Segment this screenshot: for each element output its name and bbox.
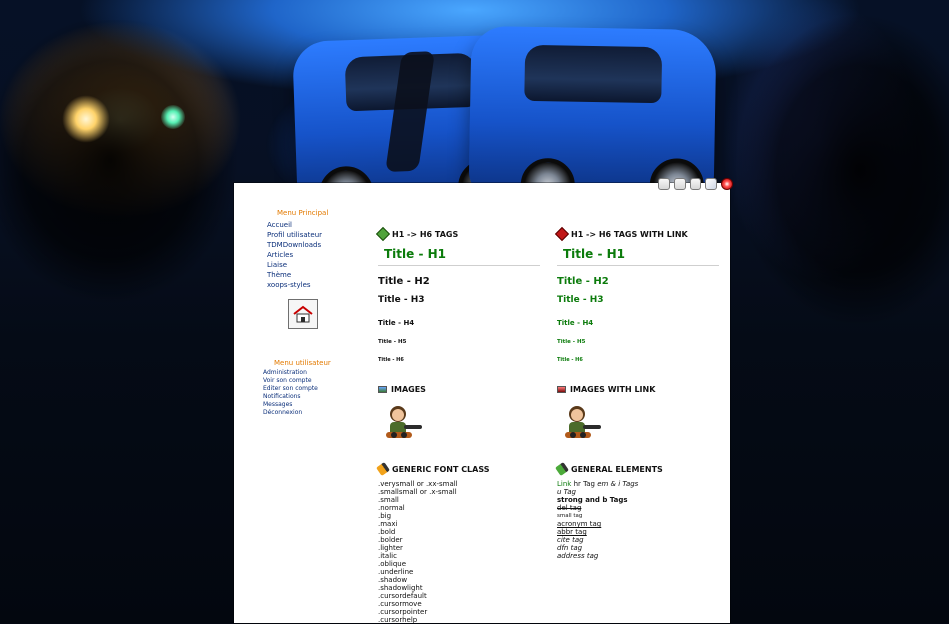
- em-i-tags-text: em & i Tags: [597, 480, 639, 488]
- dfn-tag-line: dfn tag: [557, 544, 583, 552]
- user-menu-item-view-account[interactable]: Voir son compte: [263, 377, 318, 385]
- font-class-item: .small: [378, 496, 399, 504]
- user-menu-item-edit-account[interactable]: Editer son compte: [263, 385, 318, 393]
- home-button[interactable]: [288, 299, 318, 329]
- section-title-general-elements: GENERAL ELEMENTS: [555, 462, 727, 476]
- h2-title-link[interactable]: Title - H2: [557, 276, 727, 287]
- acronym-tag-line: acronym tag: [557, 520, 602, 528]
- notes-icon[interactable]: [673, 178, 686, 190]
- h4-title: Title - H4: [378, 319, 415, 327]
- section-title-text: H1 -> H6 TAGS WITH LINK: [571, 229, 688, 239]
- font-class-item: .cursormove: [378, 600, 422, 608]
- link-text[interactable]: Link: [557, 480, 571, 488]
- font-class-item: .bolder: [378, 536, 403, 544]
- small-tag-line: small tag: [557, 513, 583, 519]
- font-class-item: .bold: [378, 528, 396, 536]
- guitarist-avatar-link[interactable]: [559, 402, 604, 442]
- image-link-icon: [557, 386, 566, 393]
- u-tag-line: u Tag: [557, 488, 576, 496]
- address-tag-line: address tag: [557, 552, 599, 560]
- abbr-tag-line: abbr tag: [557, 528, 587, 536]
- hr-tag-text: hr Tag: [573, 480, 595, 488]
- font-class-item: .lighter: [378, 544, 403, 552]
- section-title-images: IMAGES: [378, 385, 548, 394]
- general-line-1: Link hr Tag em & i Tags: [557, 480, 727, 488]
- main-menu-item-accueil[interactable]: Accueil: [267, 220, 322, 230]
- user-menu-list: Administration Voir son compte Editer so…: [263, 369, 318, 417]
- font-class-item: .maxi: [378, 520, 398, 528]
- font-class-item: .normal: [378, 504, 405, 512]
- section-title-text: IMAGES WITH LINK: [570, 385, 656, 394]
- font-class-item: .cursorpointer: [378, 608, 428, 616]
- cite-tag-line: cite tag: [557, 536, 584, 544]
- strong-tag-line: strong and b Tags: [557, 496, 628, 504]
- top-icon-bar: [658, 177, 733, 191]
- folder-icon[interactable]: [689, 178, 702, 190]
- font-class-item: .shadow: [378, 576, 408, 584]
- red-diamond-icon: [554, 226, 570, 242]
- pencil-icon: [376, 462, 390, 476]
- section-title-generic-font: GENERIC FONT CLASS: [376, 462, 548, 476]
- power-icon[interactable]: [721, 178, 733, 190]
- h5-title: Title - H5: [378, 339, 407, 345]
- h1-title: Title - H1: [378, 245, 540, 266]
- main-menu-item-liaise[interactable]: Liaise: [267, 260, 322, 270]
- image-icon: [378, 386, 387, 393]
- font-class-item: .verysmall or .xx-small: [378, 480, 458, 488]
- section-title-text: H1 -> H6 TAGS: [392, 229, 459, 239]
- h4-title-link[interactable]: Title - H4: [557, 319, 727, 327]
- user-menu-item-notifications[interactable]: Notifications: [263, 393, 318, 401]
- font-class-item: .big: [378, 512, 392, 520]
- main-menu-title: Menu Principal: [277, 209, 329, 217]
- h3-title: Title - H3: [378, 295, 425, 305]
- h6-title-link[interactable]: Title - H6: [557, 357, 727, 363]
- pencil-icon: [555, 462, 569, 476]
- document-icon[interactable]: [658, 178, 670, 190]
- section-title-h-tags: H1 -> H6 TAGS: [375, 226, 548, 242]
- user-menu-item-messages[interactable]: Messages: [263, 401, 318, 409]
- right-content-column: H1 -> H6 TAGS WITH LINK Title - H1 Title…: [554, 226, 727, 560]
- main-menu-item-theme[interactable]: Thème: [267, 270, 322, 280]
- right-trees-silhouette: [699, 0, 949, 420]
- section-title-text: GENERAL ELEMENTS: [571, 464, 663, 474]
- font-class-item: .italic: [378, 552, 397, 560]
- green-diamond-icon: [375, 226, 391, 242]
- font-class-item: .oblique: [378, 560, 407, 568]
- street-lamp-light: [62, 95, 110, 143]
- h5-title-link[interactable]: Title - H5: [557, 339, 727, 345]
- car-window: [524, 44, 663, 103]
- main-menu-list: Accueil Profil utilisateur TDMDownloads …: [267, 220, 322, 290]
- user-menu-title: Menu utilisateur: [274, 359, 331, 367]
- main-menu-item-xoops-styles[interactable]: xoops-styles: [267, 280, 322, 290]
- section-title-text: GENERIC FONT CLASS: [392, 464, 490, 474]
- del-tag-line: del tag: [557, 504, 582, 512]
- tools-icon[interactable]: [705, 178, 718, 190]
- guitarist-avatar: [380, 402, 425, 442]
- h1-title-link[interactable]: Title - H1: [557, 245, 719, 266]
- green-light: [161, 105, 185, 129]
- font-class-item: .underline: [378, 568, 414, 576]
- font-class-item: .smallsmall or .x-small: [378, 488, 457, 496]
- font-class-item: .shadowlight: [378, 584, 423, 592]
- main-menu-item-tdmdownloads[interactable]: TDMDownloads: [267, 240, 322, 250]
- h3-title-link[interactable]: Title - H3: [557, 295, 727, 305]
- main-menu-item-articles[interactable]: Articles: [267, 250, 322, 260]
- h2-title: Title - H2: [378, 276, 430, 287]
- home-icon: [293, 305, 313, 323]
- font-class-item: .cursordefault: [378, 592, 427, 600]
- section-title-images-link: IMAGES WITH LINK: [557, 385, 727, 394]
- main-menu-item-profil[interactable]: Profil utilisateur: [267, 230, 322, 240]
- user-menu-item-administration[interactable]: Administration: [263, 369, 318, 377]
- section-title-h-tags-link: H1 -> H6 TAGS WITH LINK: [554, 226, 727, 242]
- h6-title: Title - H6: [378, 357, 404, 363]
- user-menu-item-logout[interactable]: Déconnexion: [263, 409, 318, 417]
- section-title-text: IMAGES: [391, 385, 426, 394]
- generic-font-list: .verysmall or .xx-small .smallsmall or .…: [378, 480, 548, 624]
- left-content-column: H1 -> H6 TAGS Title - H1 Title - H2 Titl…: [375, 226, 548, 624]
